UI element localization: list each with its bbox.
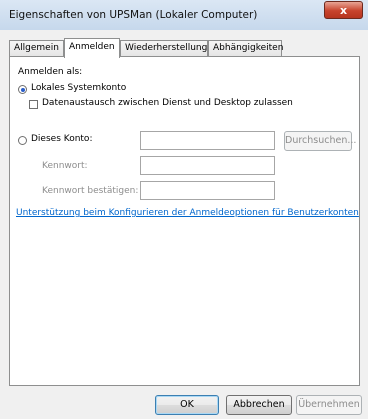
tab-allgemein[interactable]: Allgemein [9,40,64,56]
browse-button[interactable]: Durchsuchen... [284,131,356,151]
apply-button[interactable]: Übernehmen [296,395,362,415]
this-account-label[interactable]: Dieses Konto: [31,134,92,144]
tab-panel-anmelden: Anmelden als: Lokales Systemkonto Datena… [9,56,360,386]
password-field[interactable] [140,156,275,175]
logon-as-label: Anmelden als: [18,67,83,77]
confirm-password-label: Kennwort bestätigen: [42,186,139,196]
this-account-radio[interactable] [18,136,27,145]
local-system-label[interactable]: Lokales Systemkonto [31,83,126,93]
confirm-password-field[interactable] [140,181,275,200]
close-icon: x [339,4,348,17]
desktop-interact-checkbox[interactable] [29,100,38,109]
title-bar: Eigenschaften von UPSMan (Lokaler Comput… [0,0,368,31]
password-label: Kennwort: [42,161,88,171]
account-field[interactable] [140,131,275,150]
local-system-radio[interactable] [18,85,27,94]
tab-wiederherstellung[interactable]: Wiederherstellung [120,40,208,56]
logon-help-link[interactable]: Unterstützung beim Konfigurieren der Anm… [16,208,359,218]
tab-anmelden[interactable]: Anmelden [64,38,120,58]
close-button[interactable]: x [324,1,363,19]
window-title: Eigenschaften von UPSMan (Lokaler Comput… [9,9,258,21]
tab-abhaengigkeiten[interactable]: Abhängigkeiten [208,40,283,56]
desktop-interact-label[interactable]: Datenaustausch zwischen Dienst und Deskt… [42,98,293,108]
ok-button[interactable]: OK [155,395,219,415]
cancel-button[interactable]: Abbrechen [226,395,292,415]
